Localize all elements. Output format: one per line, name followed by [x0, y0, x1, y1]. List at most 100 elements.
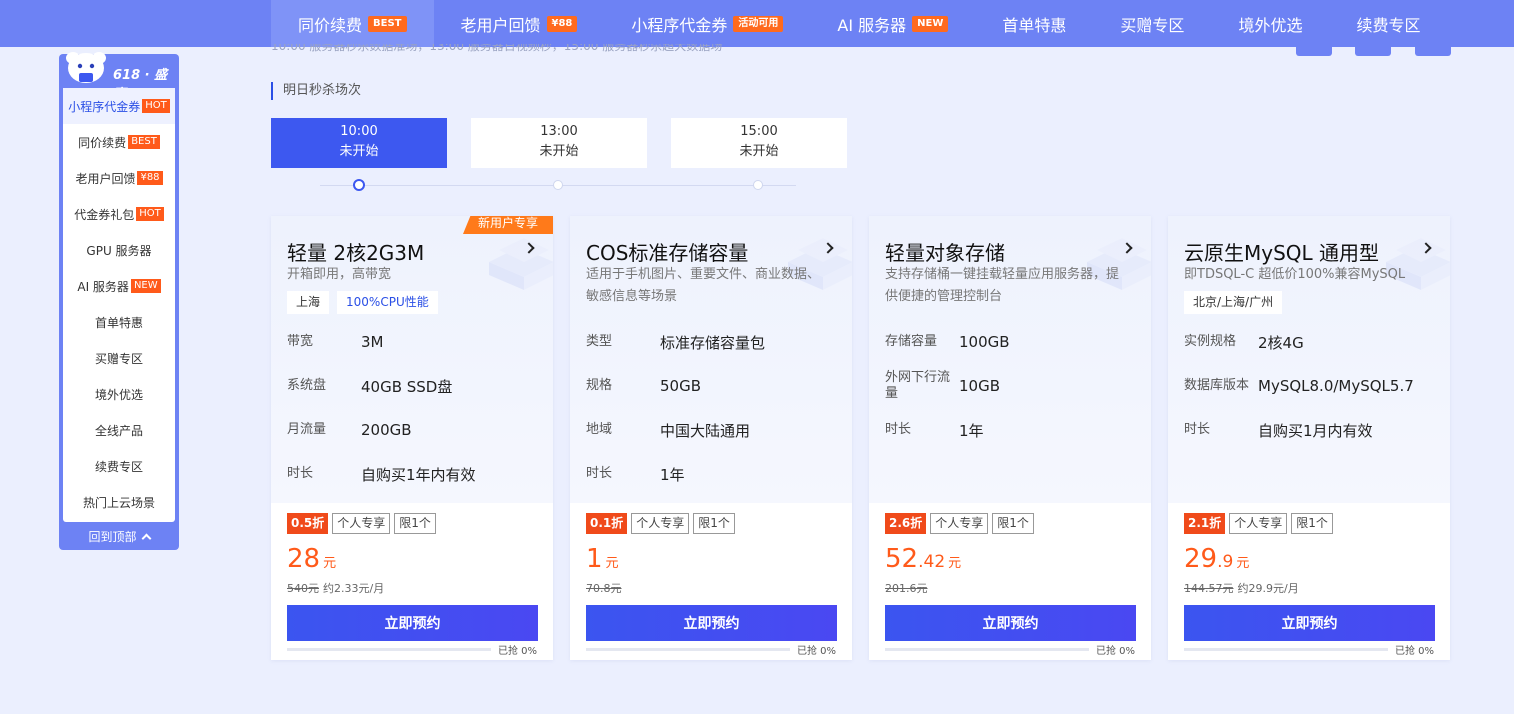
sidebar-item-badge: ¥88: [137, 171, 163, 185]
spec-row: 规格 50GB: [586, 371, 846, 401]
sidebar-item-badge: HOT: [136, 207, 164, 221]
nav-badge: ¥88: [546, 15, 578, 32]
square-button[interactable]: [1415, 47, 1451, 56]
progress-bar: [885, 648, 1089, 651]
spec-value: 3M: [361, 333, 384, 351]
price-integer: 28: [287, 544, 321, 574]
original-price: 201.6元: [885, 580, 932, 596]
spec-key: 系统盘: [287, 378, 327, 393]
product-card: COS标准存储容量 适用于手机图片、重要文件、商业数据、敏感信息等场景 类型 标准存储…: [570, 216, 852, 660]
price-integer: 29: [1184, 544, 1218, 574]
progress-text: 已抢 0%: [796, 646, 836, 657]
slot-time: 15:00: [740, 124, 778, 139]
spec-value: 200GB: [361, 421, 412, 439]
sidebar-item[interactable]: 境外优选: [63, 376, 175, 412]
sidebar-item-label: 热门上云场景: [82, 495, 155, 510]
timeline-dot: [753, 180, 763, 190]
session-description: 10:00 服务器秒杀数据准场，13:00 服务器日视频秒，15:00 服务器秒…: [271, 44, 723, 53]
nav-item-label: 同价续费: [298, 15, 363, 35]
limit-tag: 个人专享: [1229, 513, 1288, 534]
price-integer: 52: [885, 544, 919, 574]
progress-bar: [287, 648, 491, 651]
sidebar-item-label: GPU 服务器: [86, 243, 152, 258]
sidebar-item[interactable]: GPU 服务器: [63, 232, 175, 268]
spec-row: 时长 1年: [586, 459, 846, 489]
card-specs: 类型 标准存储容量包 规格 50GB 地域 中国大陆通用 时长 1年: [586, 216, 846, 503]
product-card: 新用户专享 轻量 2核2G3M 开箱即用，高带宽 上海 100%CPU性能 带宽 3M 系统盘…: [271, 216, 553, 660]
monthly-price: 约29.9元/月: [1237, 582, 1299, 595]
price: 52.42 元: [885, 544, 961, 574]
sidebar-item-label: AI 服务器: [77, 279, 129, 294]
session-slot[interactable]: 10:00 未开始: [271, 118, 447, 168]
slot-time: 13:00: [540, 124, 578, 139]
nav-item[interactable]: 老用户回馈 ¥88: [434, 0, 605, 47]
reserve-button[interactable]: 立即预约: [287, 605, 538, 641]
mascot-icon: [66, 52, 106, 83]
price: 28 元: [287, 544, 336, 574]
spec-row: 时长 1年: [885, 415, 1145, 445]
original-price-value: 201.6元: [885, 582, 928, 595]
price-decimal: .9: [1217, 552, 1234, 572]
reserve-button[interactable]: 立即预约: [586, 605, 837, 641]
sidebar-item[interactable]: 老用户回馈 ¥88: [63, 160, 175, 196]
reserve-button[interactable]: 立即预约: [1184, 605, 1435, 641]
square-button[interactable]: [1355, 47, 1391, 56]
session-label: 明日秒杀场次: [271, 82, 361, 100]
nav-item[interactable]: 小程序代金券 活动可用: [604, 0, 810, 47]
nav-item-label: 境外优选: [1238, 15, 1303, 35]
sidebar-item-label: 同价续费: [78, 135, 127, 150]
sidebar-item[interactable]: AI 服务器 NEW: [63, 268, 175, 304]
card-top: 新用户专享 轻量 2核2G3M 开箱即用，高带宽 上海 100%CPU性能 带宽 3M 系统盘…: [271, 216, 553, 503]
spec-key: 时长: [1184, 422, 1211, 437]
sidebar-item-label: 首单特惠: [94, 315, 143, 330]
discount-row: 2.1折 个人专享 限1个: [1184, 513, 1333, 534]
spec-value: 中国大陆通用: [660, 421, 751, 440]
card-specs: 存储容量 100GB 外网下行流量 10GB 时长 1年: [885, 216, 1145, 503]
nav-item[interactable]: 买赠专区: [1093, 0, 1211, 47]
sidebar-item-label: 老用户回馈: [75, 171, 136, 186]
nav-item[interactable]: 同价续费 BEST: [271, 0, 434, 47]
spec-row: 系统盘 40GB SSD盘: [287, 371, 547, 401]
spec-row: 带宽 3M: [287, 327, 547, 357]
spec-row: 存储容量 100GB: [885, 327, 1145, 357]
spec-value: 50GB: [660, 377, 702, 395]
card-specs: 带宽 3M 系统盘 40GB SSD盘 月流量 200GB 时长 自购买1年内有效: [287, 216, 547, 503]
sidebar-item[interactable]: 全线产品: [63, 412, 175, 448]
sidebar: 618 · 盛惠 小程序代金券HOT同价续费BEST老用户回馈¥88代金券礼包H…: [59, 52, 179, 550]
sidebar-item[interactable]: 首单特惠: [63, 304, 175, 340]
nav-item[interactable]: 首单特惠: [975, 0, 1093, 47]
price: 29.9 元: [1184, 544, 1249, 574]
session-slot[interactable]: 15:00 未开始: [671, 118, 847, 168]
limit-tag: 个人专享: [332, 513, 391, 534]
progress-text: 已抢 0%: [1095, 646, 1135, 657]
spec-value: 1年: [660, 465, 685, 484]
nav-item[interactable]: 续费专区: [1329, 0, 1447, 47]
session-slot[interactable]: 13:00 未开始: [471, 118, 647, 168]
original-price: 540元 约2.33元/月: [287, 580, 384, 596]
spec-value: 自购买1月内有效: [1258, 421, 1373, 440]
card-top: COS标准存储容量 适用于手机图片、重要文件、商业数据、敏感信息等场景 类型 标准存储…: [570, 216, 852, 503]
nav-item[interactable]: AI 服务器 NEW: [810, 0, 975, 47]
sidebar-item[interactable]: 热门上云场景: [63, 484, 175, 520]
timeline-dot: [553, 180, 563, 190]
nav-item-label: 买赠专区: [1120, 15, 1185, 35]
reserve-button[interactable]: 立即预约: [885, 605, 1136, 641]
back-to-top-button[interactable]: 回到顶部: [59, 524, 179, 548]
sidebar-item[interactable]: 小程序代金券 HOT: [63, 88, 175, 124]
original-price: 144.57元 约29.9元/月: [1184, 580, 1299, 596]
discount-badge: 2.6折: [885, 513, 927, 534]
limit-tag: 限1个: [394, 513, 436, 534]
nav-item[interactable]: 境外优选: [1211, 0, 1329, 47]
card-top: 云原生MySQL 通用型 即TDSQL-C 超低价100%兼容MySQL 北京/上海…: [1168, 216, 1450, 503]
sidebar-item[interactable]: 买赠专区: [63, 340, 175, 376]
sidebar-item-badge: NEW: [130, 279, 161, 293]
card-specs: 实例规格 2核4G 数据库版本 MySQL8.0/MySQL5.7 时长 自购买1月内有效: [1184, 216, 1444, 503]
nav-item-label: 续费专区: [1356, 15, 1421, 35]
sidebar-item[interactable]: 同价续费 BEST: [63, 124, 175, 160]
sidebar-item[interactable]: 代金券礼包 HOT: [63, 196, 175, 232]
sidebar-item[interactable]: 续费专区: [63, 448, 175, 484]
original-price-value: 70.8元: [586, 582, 622, 595]
spec-value: 100GB: [959, 333, 1010, 351]
progress-text: 已抢 0%: [497, 646, 537, 657]
square-button[interactable]: [1296, 47, 1332, 56]
